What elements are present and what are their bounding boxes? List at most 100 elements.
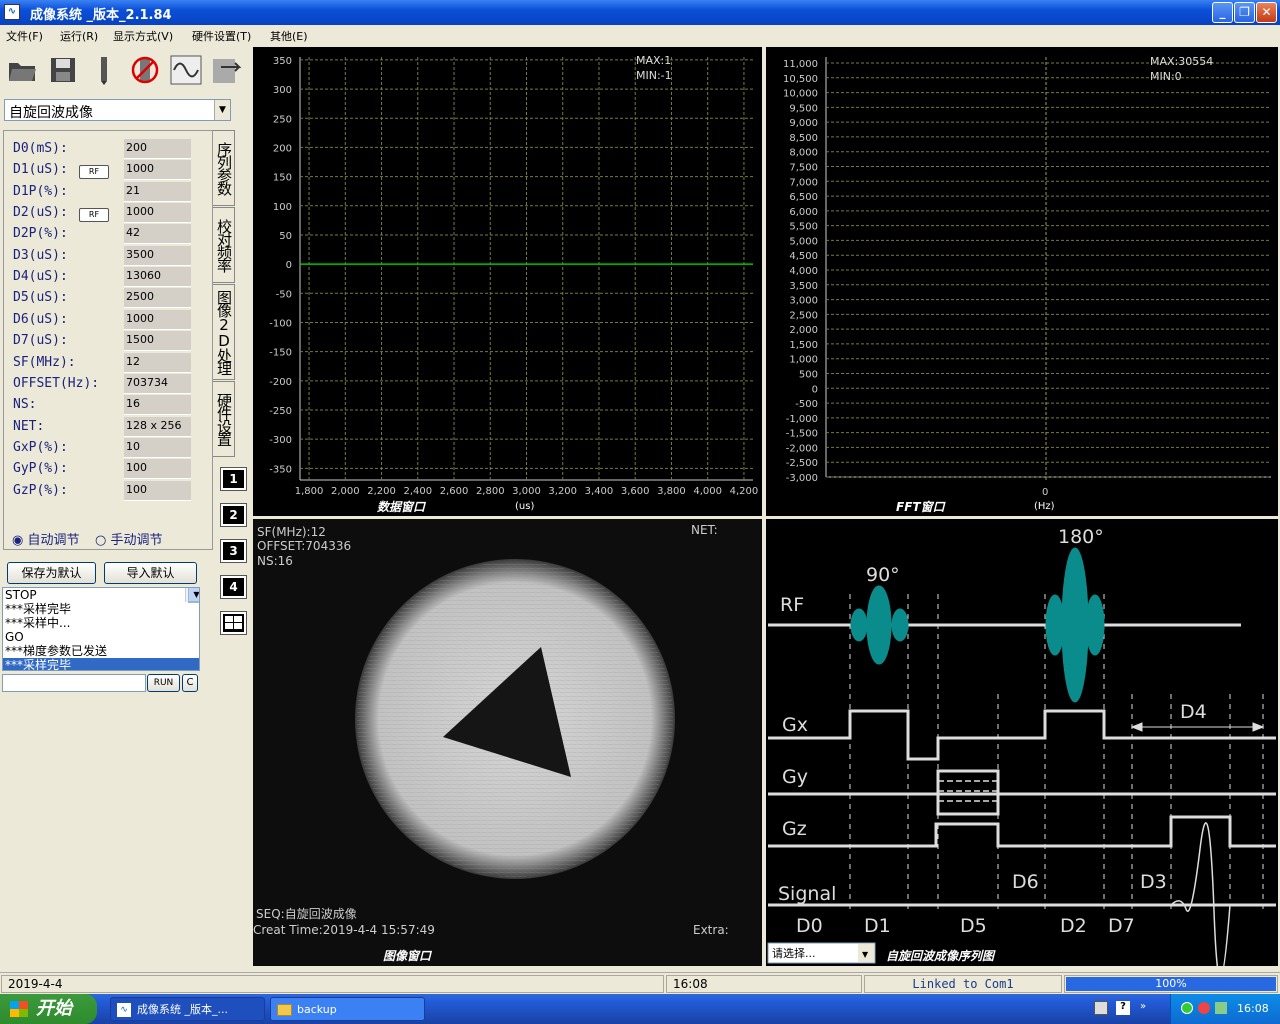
param-label: D7(uS): bbox=[13, 333, 68, 349]
image-extra: Extra: bbox=[693, 923, 729, 937]
start-button[interactable]: 开始 bbox=[0, 994, 97, 1024]
minimize-button[interactable]: _ bbox=[1212, 2, 1233, 23]
menu-run[interactable]: 运行(R) bbox=[60, 28, 98, 44]
rf-button[interactable]: RF bbox=[79, 165, 109, 180]
sequence-select[interactable]: 自旋回波成像 ▼ bbox=[4, 99, 231, 121]
keyboard-icon[interactable] bbox=[1094, 1001, 1108, 1015]
save-disk-icon[interactable] bbox=[46, 53, 80, 87]
menu-file[interactable]: 文件(F) bbox=[6, 28, 43, 44]
rf-button[interactable]: RF bbox=[79, 208, 109, 223]
tab-image-2d[interactable]: 图像2D处理 bbox=[213, 284, 235, 380]
log-list[interactable]: STOP ***采样完毕 ***采样中... GO ***梯度参数已发送 ***… bbox=[2, 587, 200, 671]
view-button-4[interactable]: 4 bbox=[220, 575, 247, 599]
save-default-button[interactable]: 保存为默认 bbox=[7, 562, 96, 584]
row-label-gz: Gz bbox=[782, 818, 807, 840]
log-scrollbar[interactable]: ▲ ▼ bbox=[185, 588, 199, 603]
help-icon[interactable]: ? bbox=[1116, 1001, 1130, 1015]
param-value[interactable]: 703734 bbox=[124, 373, 191, 394]
arrow-icon[interactable]: » bbox=[1140, 1001, 1146, 1012]
view-grid-button[interactable] bbox=[220, 611, 247, 635]
bottom-label-d1: D1 bbox=[864, 915, 891, 937]
radio-auto[interactable]: ◉ 自动调节 bbox=[12, 529, 80, 548]
param-value[interactable]: 1000 bbox=[124, 309, 191, 330]
task-label: 成像系统 _版本_... bbox=[137, 1003, 228, 1016]
menu-view[interactable]: 显示方式(V) bbox=[113, 28, 173, 44]
log-line: STOP bbox=[5, 588, 37, 602]
pen-icon[interactable] bbox=[87, 53, 121, 87]
data-x-tick: 2,400 bbox=[403, 486, 432, 497]
data-window-caption: 数据窗口 bbox=[377, 500, 427, 514]
command-input[interactable] bbox=[2, 674, 146, 692]
param-value[interactable]: 200 bbox=[124, 139, 191, 159]
tab-sequence-params[interactable]: 序列参数 bbox=[213, 130, 235, 206]
export-data-icon[interactable] bbox=[210, 53, 244, 87]
clear-button[interactable]: C bbox=[182, 674, 198, 692]
param-value[interactable]: 1000 bbox=[124, 203, 191, 224]
param-value[interactable]: 100 bbox=[124, 459, 191, 480]
menu-hardware[interactable]: 硬件设置(T) bbox=[192, 28, 251, 44]
fft-y-tick: 7,500 bbox=[789, 163, 818, 174]
run-button[interactable]: RUN bbox=[147, 674, 180, 692]
log-line-selected: ***采样完毕 bbox=[3, 658, 199, 670]
radio-manual[interactable]: ○ 手动调节 bbox=[95, 529, 163, 548]
param-value[interactable]: 21 bbox=[124, 181, 191, 202]
param-value[interactable]: 42 bbox=[124, 224, 191, 245]
row-label-gy: Gy bbox=[782, 766, 808, 788]
waveform-icon[interactable] bbox=[169, 53, 203, 87]
param-value[interactable]: 13060 bbox=[124, 267, 191, 288]
fft-y-tick: 2,000 bbox=[789, 325, 818, 336]
param-label: D2P(%): bbox=[13, 226, 68, 242]
fft-y-tick: 500 bbox=[799, 370, 818, 381]
data-y-tick: 100 bbox=[273, 202, 292, 213]
view-button-1[interactable]: 1 bbox=[220, 467, 247, 491]
param-value[interactable]: 2500 bbox=[124, 288, 191, 309]
param-value[interactable]: 12 bbox=[124, 352, 191, 373]
radio-manual-label: 手动调节 bbox=[110, 533, 163, 548]
import-default-button[interactable]: 导入默认 bbox=[104, 562, 197, 584]
window-title: 成像系统 _版本_2.1.84 bbox=[30, 8, 172, 23]
data-x-tick: 2,000 bbox=[331, 486, 360, 497]
menu-other[interactable]: 其他(E) bbox=[270, 28, 308, 44]
data-x-tick: 4,000 bbox=[693, 486, 722, 497]
close-button[interactable]: ✕ bbox=[1256, 2, 1277, 23]
param-label: D1P(%): bbox=[13, 183, 68, 199]
param-value[interactable]: 3500 bbox=[124, 245, 191, 266]
security-icon[interactable] bbox=[1198, 1002, 1210, 1014]
fft-y-tick: -500 bbox=[795, 399, 818, 410]
sync-icon[interactable] bbox=[1215, 1002, 1227, 1014]
view-button-3[interactable]: 3 bbox=[220, 539, 247, 563]
fft-y-tick: 5,000 bbox=[789, 236, 818, 247]
fft-y-tick: 2,500 bbox=[789, 310, 818, 321]
tab-calibrate-frequency[interactable]: 校对频率 bbox=[213, 207, 235, 283]
log-line: GO bbox=[5, 630, 24, 644]
scroll-down-icon[interactable]: ▼ bbox=[188, 588, 199, 602]
param-value[interactable]: 1500 bbox=[124, 331, 191, 352]
no-hardware-icon[interactable] bbox=[128, 53, 162, 87]
data-x-tick: 3,000 bbox=[512, 486, 541, 497]
param-value[interactable]: 16 bbox=[124, 395, 191, 416]
data-y-tick: 150 bbox=[273, 173, 292, 184]
fft-y-tick: 8,500 bbox=[789, 133, 818, 144]
task-backup[interactable]: backup bbox=[270, 997, 425, 1021]
param-value[interactable]: 1000 bbox=[124, 160, 191, 181]
image-offset: OFFSET:704336 bbox=[257, 539, 351, 553]
tab-hardware[interactable]: 硬件设置 bbox=[213, 381, 235, 457]
view-button-2[interactable]: 2 bbox=[220, 503, 247, 527]
data-min-label: MIN:-1 bbox=[636, 69, 672, 82]
image-window-caption: 图像窗口 bbox=[383, 949, 433, 963]
task-imaging-system[interactable]: ∿ 成像系统 _版本_... bbox=[110, 997, 265, 1021]
maximize-button[interactable]: ❐ bbox=[1234, 2, 1255, 23]
log-line: ***采样完毕 bbox=[5, 602, 72, 616]
chevron-down-icon[interactable]: ▼ bbox=[214, 100, 230, 120]
data-max-label: MAX:1 bbox=[636, 54, 671, 67]
image-ns: NS:16 bbox=[257, 554, 293, 568]
bottom-label-d2: D2 bbox=[1060, 915, 1087, 937]
network-icon[interactable] bbox=[1181, 1002, 1193, 1014]
row-label-gx: Gx bbox=[782, 714, 808, 736]
param-value[interactable]: 100 bbox=[124, 480, 191, 501]
param-value[interactable]: 10 bbox=[124, 437, 191, 458]
data-y-tick: -100 bbox=[269, 318, 292, 329]
param-value[interactable]: 128 x 256 bbox=[124, 416, 191, 437]
open-folder-icon[interactable] bbox=[5, 53, 39, 87]
fft-y-tick: 10,000 bbox=[783, 89, 818, 100]
